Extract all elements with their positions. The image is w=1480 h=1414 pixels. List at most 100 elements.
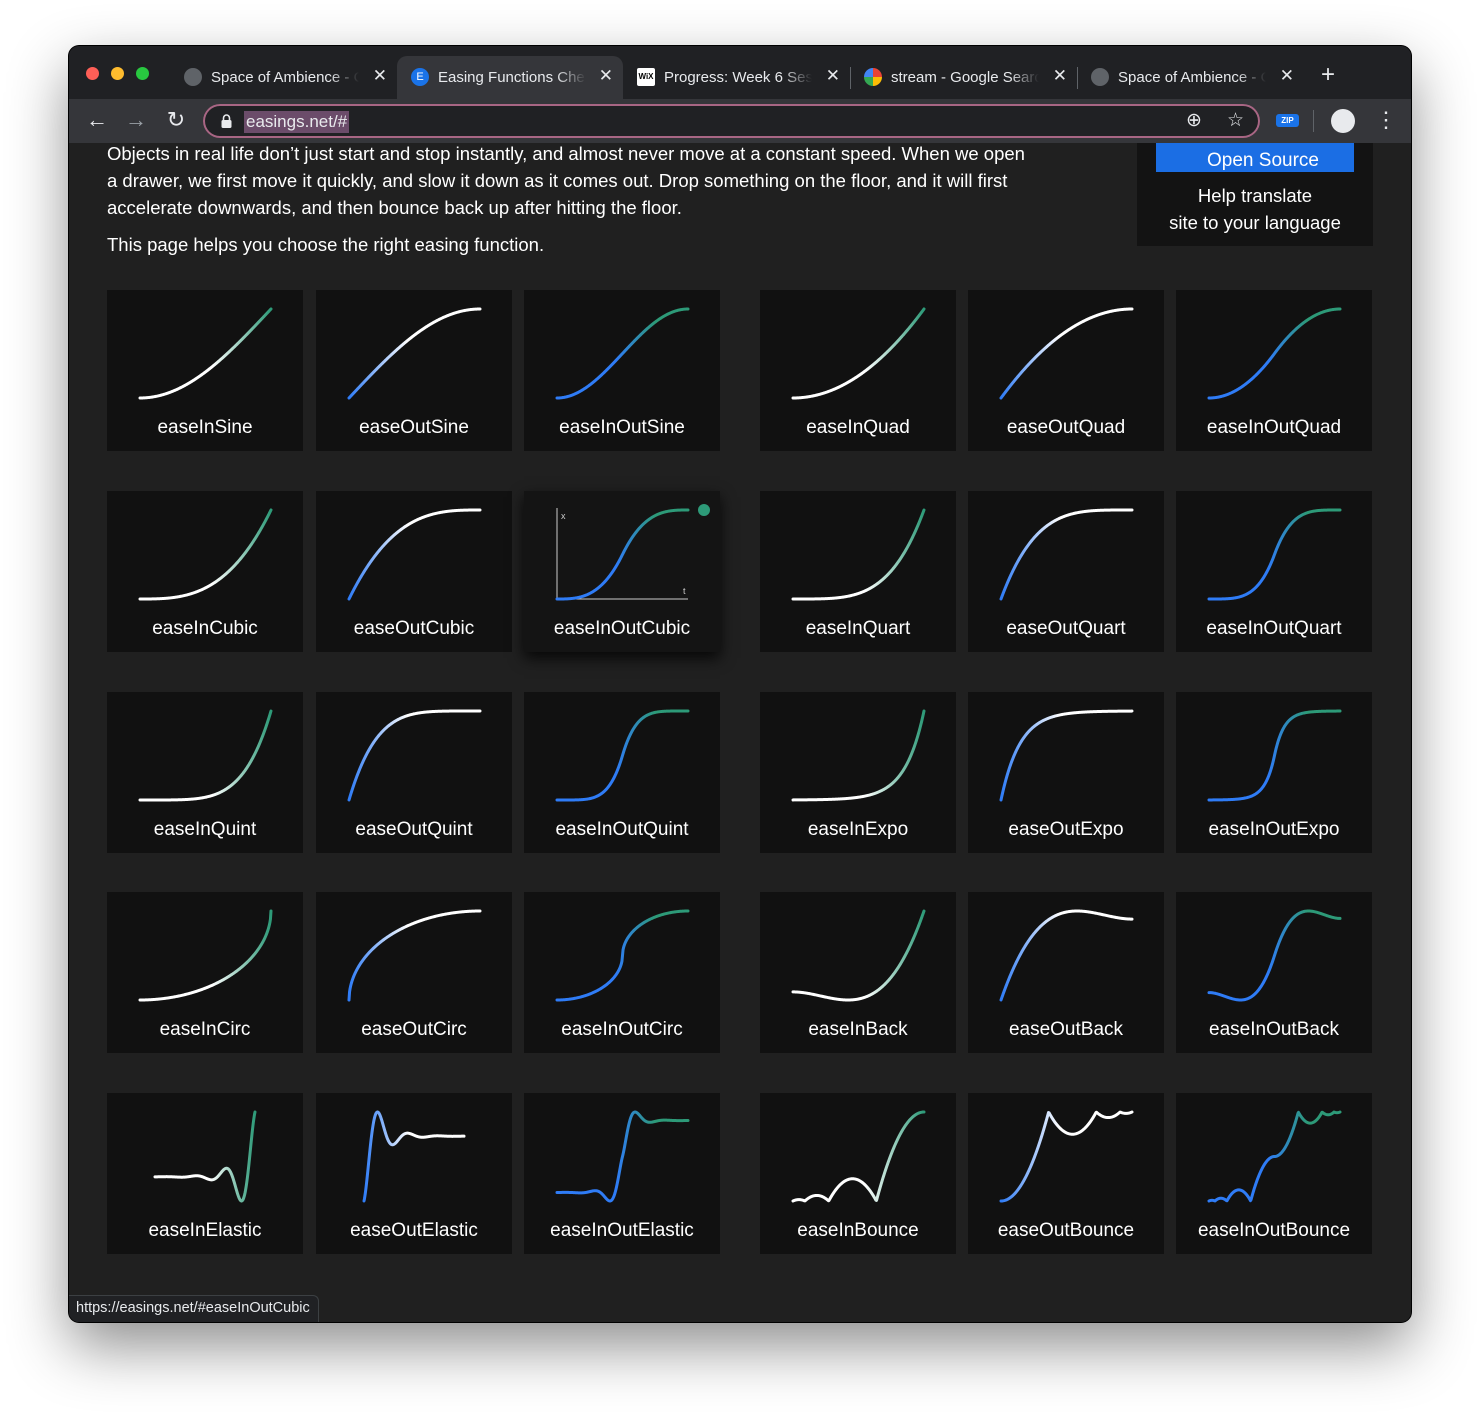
easing-curve-graph [555, 1110, 690, 1203]
easing-card-easeInBack[interactable]: easeInBack [760, 892, 956, 1053]
forward-button[interactable]: → [122, 107, 150, 133]
tab-title: Easing Functions Cheat Sheet [438, 69, 586, 86]
easing-curve-graph [138, 909, 273, 1002]
easing-card-easeInCirc[interactable]: easeInCirc [107, 892, 303, 1053]
easing-card-easeInOutQuart[interactable]: easeInOutQuart [1176, 491, 1372, 652]
easing-card-easeInOutElastic[interactable]: easeInOutElastic [524, 1093, 720, 1254]
open-source-box: Open Source Help translate site to your … [1137, 143, 1373, 246]
easing-curve-graph [1207, 307, 1342, 400]
easing-card-easeInOutSine[interactable]: easeInOutSine [524, 290, 720, 451]
tab-space-of-ambience-1[interactable]: Space of Ambience - Camp ✕ [170, 56, 398, 99]
easing-curve-line [138, 709, 273, 802]
easing-curve-graph [138, 508, 273, 601]
easing-label: easeInQuad [806, 417, 910, 438]
easing-curve-graph [555, 709, 690, 802]
bookmark-star-icon[interactable]: ☆ [1227, 109, 1244, 132]
easing-card-easeInElastic[interactable]: easeInElastic [107, 1093, 303, 1254]
easing-curve-line [555, 709, 690, 802]
easing-label: easeOutCirc [361, 1019, 467, 1040]
zip-extension-icon[interactable]: ZIP [1276, 114, 1299, 127]
easing-card-easeOutQuint[interactable]: easeOutQuint [316, 692, 512, 853]
easing-curve-line [347, 508, 482, 601]
close-window-button[interactable] [86, 67, 99, 80]
minimize-window-button[interactable] [111, 67, 124, 80]
easing-curve-graph [999, 1110, 1134, 1203]
translate-line: site to your language [1169, 212, 1341, 233]
reload-button[interactable]: ↻ [162, 107, 190, 133]
easing-card-easeInQuint[interactable]: easeInQuint [107, 692, 303, 853]
close-tab-icon[interactable]: ✕ [373, 66, 387, 86]
open-source-label: Open Source [1207, 150, 1319, 171]
help-translate-text[interactable]: Help translate site to your language [1137, 182, 1373, 236]
easing-label: easeInOutBounce [1197, 1220, 1351, 1241]
tab-progress-week-6[interactable]: WiX Progress: Week 6 Session ✕ [623, 56, 851, 99]
tab-google-search[interactable]: stream - Google Search ✕ [850, 56, 1078, 99]
easing-curve-line [791, 307, 926, 400]
close-tab-icon[interactable]: ✕ [1053, 66, 1067, 86]
globe-icon [1091, 68, 1109, 86]
easing-card-easeOutBounce[interactable]: easeOutBounce [968, 1093, 1164, 1254]
kebab-menu-icon[interactable]: ⋮ [1375, 107, 1397, 133]
easing-curve-line [999, 909, 1134, 1002]
open-source-button[interactable]: Open Source [1156, 143, 1354, 172]
address-bar[interactable]: easings.net/# ⊕ ☆ [203, 104, 1260, 138]
easing-card-easeOutBack[interactable]: easeOutBack [968, 892, 1164, 1053]
easing-card-easeInBounce[interactable]: easeInBounce [760, 1093, 956, 1254]
tab-easing-functions[interactable]: E Easing Functions Cheat Sheet ✕ [397, 56, 623, 99]
easing-curve-line [347, 709, 482, 802]
profile-avatar-icon[interactable] [1331, 109, 1355, 133]
easing-card-easeInQuad[interactable]: easeInQuad [760, 290, 956, 451]
url-text[interactable]: easings.net/# [244, 111, 350, 133]
easing-curve-graph [1207, 508, 1342, 601]
easing-card-easeInCubic[interactable]: easeInCubic [107, 491, 303, 652]
easing-card-easeInOutQuint[interactable]: easeInOutQuint [524, 692, 720, 853]
easing-curve-line [362, 1110, 466, 1203]
close-tab-icon[interactable]: ✕ [1280, 66, 1294, 86]
easing-card-easeOutExpo[interactable]: easeOutExpo [968, 692, 1164, 853]
easing-card-easeInOutCirc[interactable]: easeInOutCirc [524, 892, 720, 1053]
easing-card-easeInOutExpo[interactable]: easeInOutExpo [1176, 692, 1372, 853]
easing-card-easeOutCubic[interactable]: easeOutCubic [316, 491, 512, 652]
install-app-icon[interactable]: ⊕ [1186, 109, 1202, 132]
easing-label: easeInOutQuart [1206, 618, 1342, 639]
easing-card-easeInQuart[interactable]: easeInQuart [760, 491, 956, 652]
easing-curve-line [999, 1110, 1134, 1203]
wix-icon: WiX [637, 68, 655, 86]
easing-curve-graph [999, 508, 1134, 601]
easing-card-easeOutQuart[interactable]: easeOutQuart [968, 491, 1164, 652]
tab-space-of-ambience-2[interactable]: Space of Ambience - Camp ✕ [1077, 56, 1304, 99]
easing-curve-graph [138, 307, 273, 400]
easing-curve-line [791, 508, 926, 601]
easings-icon: E [411, 68, 429, 86]
easing-curve-line [1207, 307, 1342, 400]
easing-card-easeInOutBounce[interactable]: easeInOutBounce [1176, 1093, 1372, 1254]
easing-curve-line [138, 909, 273, 1002]
intro-paragraph: Objects in real life don’t just start an… [107, 143, 1067, 221]
close-tab-icon[interactable]: ✕ [599, 66, 613, 86]
easing-card-easeOutSine[interactable]: easeOutSine [316, 290, 512, 451]
easing-card-easeInSine[interactable]: easeInSine [107, 290, 303, 451]
easing-curve-graph [999, 909, 1134, 1002]
easing-card-easeInOutCubic[interactable]: x t easeInOutCubic [524, 491, 720, 652]
new-tab-button[interactable]: + [1321, 61, 1335, 89]
toolbar-separator [1313, 110, 1314, 132]
easing-card-easeOutCirc[interactable]: easeOutCirc [316, 892, 512, 1053]
easing-curve-line [555, 307, 690, 400]
easing-curve-graph [555, 307, 690, 400]
tab-strip: Space of Ambience - Camp ✕ E Easing Func… [69, 46, 1411, 99]
easing-card-easeInOutBack[interactable]: easeInOutBack [1176, 892, 1372, 1053]
easing-card-easeOutElastic[interactable]: easeOutElastic [316, 1093, 512, 1254]
easing-curve-graph [347, 709, 482, 802]
easing-curve-graph [791, 307, 926, 400]
helps-text: This page helps you choose the right eas… [107, 234, 545, 255]
easing-card-easeInOutQuad[interactable]: easeInOutQuad [1176, 290, 1372, 451]
easing-card-easeInExpo[interactable]: easeInExpo [760, 692, 956, 853]
easing-curve-line [347, 307, 482, 400]
page-content: Objects in real life don’t just start an… [69, 143, 1411, 1322]
easing-card-easeOutQuad[interactable]: easeOutQuad [968, 290, 1164, 451]
easing-label: easeInBounce [797, 1220, 919, 1241]
maximize-window-button[interactable] [136, 67, 149, 80]
back-button[interactable]: ← [83, 107, 111, 133]
easing-curve-graph [1207, 1110, 1342, 1203]
close-tab-icon[interactable]: ✕ [826, 66, 840, 86]
